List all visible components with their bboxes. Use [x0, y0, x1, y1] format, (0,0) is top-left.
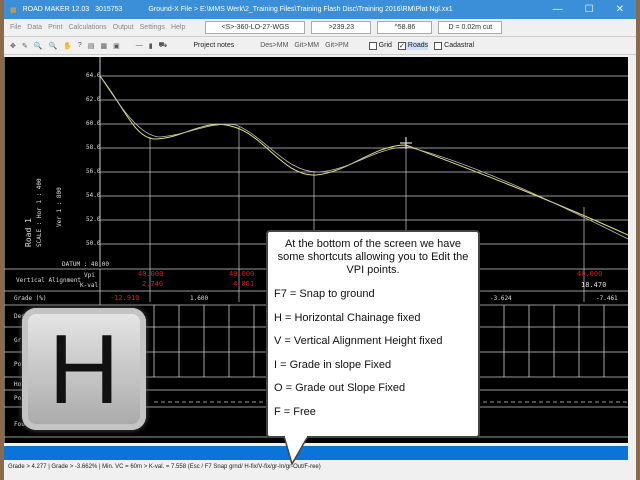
keyboard-key-h: H [22, 308, 146, 430]
roads-checkbox[interactable]: ✓ Roads [397, 41, 429, 50]
vpi-label: Vpi [84, 272, 95, 279]
grade-value: -3.624 [490, 295, 512, 302]
file-path: Ground-X File > E:\MMS Werk\2_Training F… [148, 6, 453, 13]
grade-label: Grade (%) [14, 295, 47, 302]
y-label: 60.0 [86, 120, 101, 127]
kval-value[interactable]: 4.061 [233, 280, 254, 288]
grid-checkbox[interactable]: Grid [368, 41, 392, 50]
ver-scale-label: Ver 1 : 800 [56, 187, 63, 227]
grade-value: -7.461 [596, 295, 618, 302]
line-icon[interactable]: — [136, 42, 143, 49]
y-label: 50.0 [86, 240, 101, 247]
y-label: 52.0 [86, 216, 101, 223]
pencil-icon[interactable]: ✎ [22, 42, 28, 50]
callout-line: F7 = Snap to ground [274, 288, 375, 300]
cadastral-label: Cadastral [444, 42, 475, 49]
callout-intro: At the bottom of the screen we have some… [277, 238, 469, 276]
kval-value[interactable]: 2.740 [142, 280, 163, 288]
git-pm-button[interactable]: Git>PM [325, 42, 349, 49]
menu-output[interactable]: Output [113, 24, 134, 31]
menu-file[interactable]: File [10, 24, 21, 31]
progress-bar [4, 446, 628, 460]
build-number: 3015753 [95, 6, 123, 13]
pan-icon[interactable]: ✋ [63, 42, 72, 50]
callout-line: V = Vertical Alignment Height fixed [274, 335, 443, 347]
maximize-button[interactable]: ☐ [585, 4, 594, 15]
vertical-alignment-label: Vertical Alignment [16, 277, 82, 284]
y-label: 58.0 [86, 144, 101, 151]
app-logo-icon: ▦ [10, 6, 17, 14]
datum-label: DATUM : 48.00 [62, 261, 109, 268]
tools-toolbar: ✥ ✎ 🔍 🔍 ✋? ▤ ▦ ▣ — ▮ ⛟ Project notes Des>MM Git>M… [4, 37, 636, 55]
roads-label: Roads [407, 42, 429, 49]
title-bar: ▦ ROAD MAKER 12.03 3015753 Ground-X File… [4, 0, 636, 19]
menu-print[interactable]: Print [48, 24, 62, 31]
chainage-field: >239.23 [311, 21, 372, 34]
vpi-value[interactable]: 40.000 [577, 270, 602, 278]
zoom-in-icon[interactable]: 🔍 [34, 42, 43, 50]
row-label: Po [14, 361, 22, 368]
grade-value: -12.910 [110, 294, 140, 302]
road-label: Road 1 [24, 218, 33, 247]
menu-help[interactable]: Help [171, 24, 185, 31]
menu-data[interactable]: Data [27, 24, 42, 31]
grid-label: Grid [378, 42, 392, 49]
kval-label: K-val [80, 282, 99, 289]
git-mm-button[interactable]: Git>MM [294, 42, 319, 49]
app-title: ROAD MAKER 12.03 [22, 6, 90, 13]
scale-label: SCALE : Hor 1 : 400 [36, 178, 43, 247]
height-field: ^58.86 [377, 21, 433, 34]
layers-icon[interactable]: ▦ [100, 42, 107, 50]
des-mm-button[interactable]: Des>MM [260, 42, 288, 49]
menu-calculations[interactable]: Calculations [68, 24, 106, 31]
callout-line: H = Horizontal Chainage fixed [274, 311, 421, 324]
cars-icon[interactable]: ⛟ [159, 41, 168, 50]
marker-icon[interactable]: ▮ [149, 42, 153, 50]
callout-tail [283, 436, 309, 466]
y-label: 64.0 [86, 72, 101, 79]
callout-line: O = Grade out Slope Fixed [274, 382, 406, 394]
grade-value: 1.600 [190, 295, 209, 302]
y-label: 54.0 [86, 192, 101, 199]
kval-value[interactable]: 18.470 [581, 281, 606, 289]
callout-line: I = Grade in slope Fixed [274, 358, 392, 371]
y-label: 56.0 [86, 168, 101, 175]
location-field: <S>-360-LO-27-WGS [205, 21, 306, 34]
move-icon[interactable]: ✥ [10, 42, 16, 50]
zoom-out-icon[interactable]: 🔍 [48, 42, 57, 50]
tutorial-callout: At the bottom of the screen we have some… [266, 230, 480, 438]
print-icon[interactable]: ▤ [88, 42, 95, 50]
close-button[interactable]: ✕ [616, 4, 624, 15]
row-label: Gr [14, 337, 22, 344]
vpi-value[interactable]: 40.000 [229, 270, 254, 278]
y-label: 62.0 [86, 96, 101, 103]
cut-fill-field: D = 0.02m cut [438, 21, 503, 34]
row-label: Ho [14, 381, 22, 388]
status-bar-text: Grade > 4.277 | Grade > -3.662% | Min. V… [8, 464, 321, 470]
cadastral-checkbox[interactable]: Cadastral [434, 41, 475, 50]
callout-line: F = Free [274, 405, 316, 418]
project-notes-button[interactable]: Project notes [193, 42, 234, 49]
tool-icon[interactable]: ▣ [113, 42, 120, 50]
menu-settings[interactable]: Settings [140, 24, 165, 31]
menu-toolbar: File Data Print Calculations Output Sett… [4, 19, 636, 37]
row-label: Po [14, 395, 22, 402]
help-icon[interactable]: ? [78, 42, 82, 49]
vpi-value[interactable]: 40.000 [138, 270, 163, 278]
minimize-button[interactable]: — [553, 4, 563, 15]
